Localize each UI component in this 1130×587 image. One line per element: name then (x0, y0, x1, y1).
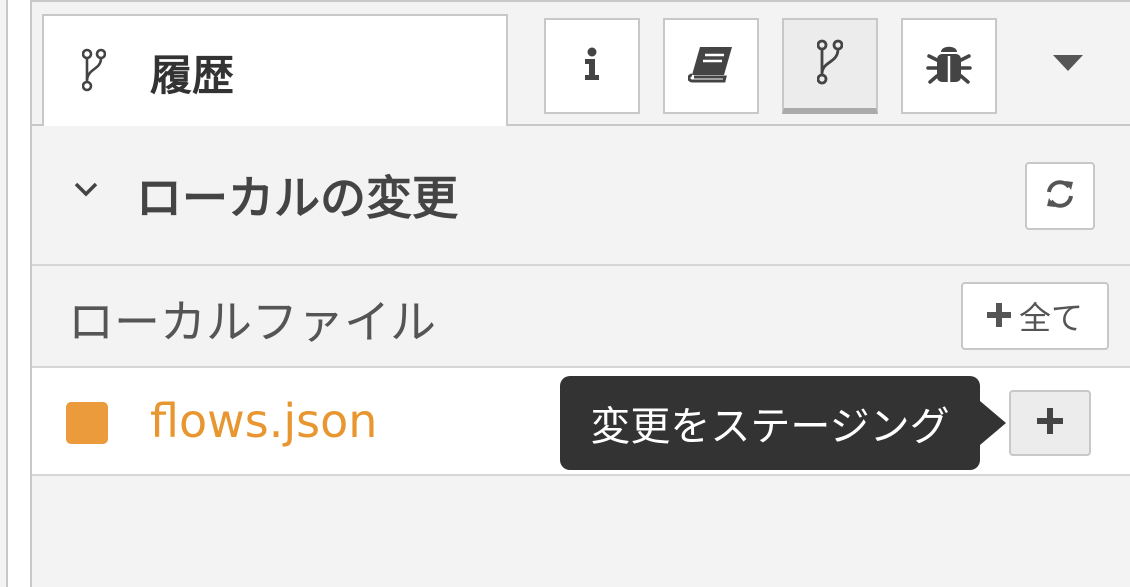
git-branch-icon (81, 48, 107, 92)
stage-tooltip: 変更をステージング (560, 376, 1006, 470)
file-modified-status-icon (66, 402, 108, 444)
panel-top-border (30, 0, 1130, 2)
tooltip-text: 変更をステージング (590, 404, 950, 450)
plus-icon (986, 297, 1011, 335)
refresh-button[interactable] (1025, 162, 1095, 230)
file-name[interactable]: flows.json (150, 394, 377, 448)
tab-history[interactable]: 履歴 (42, 14, 508, 126)
stage-all-label: 全て (1018, 299, 1083, 337)
plus-icon (1037, 408, 1063, 438)
git-branch-icon (816, 39, 844, 89)
local-changes-header[interactable]: ローカルの変更 (32, 126, 1130, 266)
refresh-icon (1043, 178, 1077, 214)
outer-frame-border (0, 0, 8, 587)
caret-down-icon (1053, 55, 1083, 75)
local-files-row: ローカルファイル 全て (32, 266, 1130, 368)
book-icon (687, 45, 734, 87)
info-tab-button[interactable] (544, 18, 640, 114)
history-tab-button[interactable] (782, 18, 878, 114)
debug-tab-button[interactable] (901, 18, 997, 114)
chevron-down-icon (70, 178, 102, 202)
stage-all-button[interactable]: 全て (961, 282, 1109, 350)
tab-history-label: 履歴 (150, 51, 235, 100)
outer-frame-gap (8, 0, 30, 587)
bug-icon (926, 42, 972, 90)
help-tab-button[interactable] (663, 18, 759, 114)
info-icon (582, 47, 602, 85)
section-title: ローカルの変更 (136, 171, 458, 225)
stage-file-button[interactable] (1009, 390, 1091, 456)
local-files-label: ローカルファイル (68, 295, 436, 349)
tab-menu-button[interactable] (1048, 50, 1088, 80)
